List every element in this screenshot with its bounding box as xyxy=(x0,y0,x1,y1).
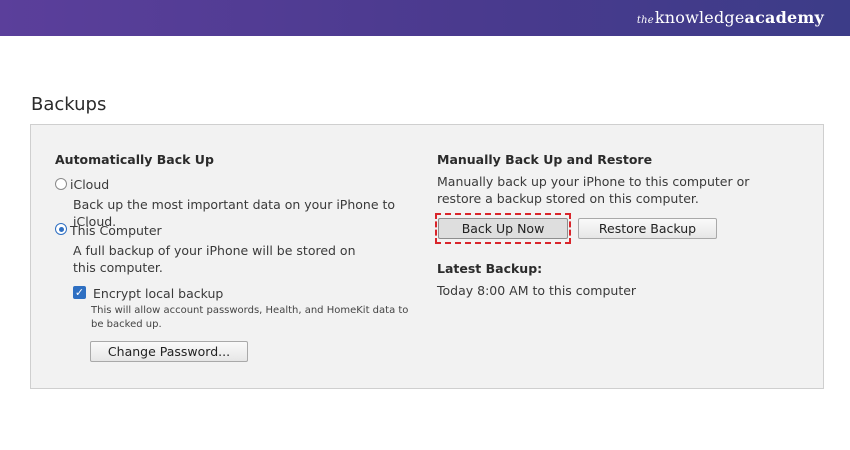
brand-prefix: the xyxy=(636,15,654,26)
brand-logo: theknowledgeacademy xyxy=(637,8,824,27)
icloud-label[interactable]: iCloud xyxy=(70,176,109,193)
this-computer-description: A full backup of your iPhone will be sto… xyxy=(73,243,356,275)
encrypt-note: This will allow account passwords, Healt… xyxy=(91,305,409,330)
page-title: Backups xyxy=(31,94,107,115)
this-computer-label[interactable]: This Computer xyxy=(70,222,162,239)
encrypt-checkbox[interactable]: ✓ xyxy=(73,286,86,299)
change-password-button[interactable]: Change Password... xyxy=(90,341,248,362)
manual-backup-description: Manually back up your iPhone to this com… xyxy=(437,174,750,206)
top-banner: theknowledgeacademy xyxy=(0,0,850,36)
latest-backup-value: Today 8:00 AM to this computer xyxy=(437,283,637,298)
this-computer-radio[interactable] xyxy=(55,223,67,235)
icloud-radio[interactable] xyxy=(55,178,67,190)
brand-name-part2: academy xyxy=(744,8,824,27)
latest-backup-heading: Latest Backup: xyxy=(437,261,543,276)
back-up-now-button[interactable]: Back Up Now xyxy=(438,218,568,239)
restore-backup-button[interactable]: Restore Backup xyxy=(578,218,717,239)
encrypt-label[interactable]: Encrypt local backup xyxy=(93,285,223,302)
brand-name-part1: knowledge xyxy=(654,8,745,27)
manual-backup-heading: Manually Back Up and Restore xyxy=(437,152,653,167)
auto-backup-heading: Automatically Back Up xyxy=(55,152,214,167)
